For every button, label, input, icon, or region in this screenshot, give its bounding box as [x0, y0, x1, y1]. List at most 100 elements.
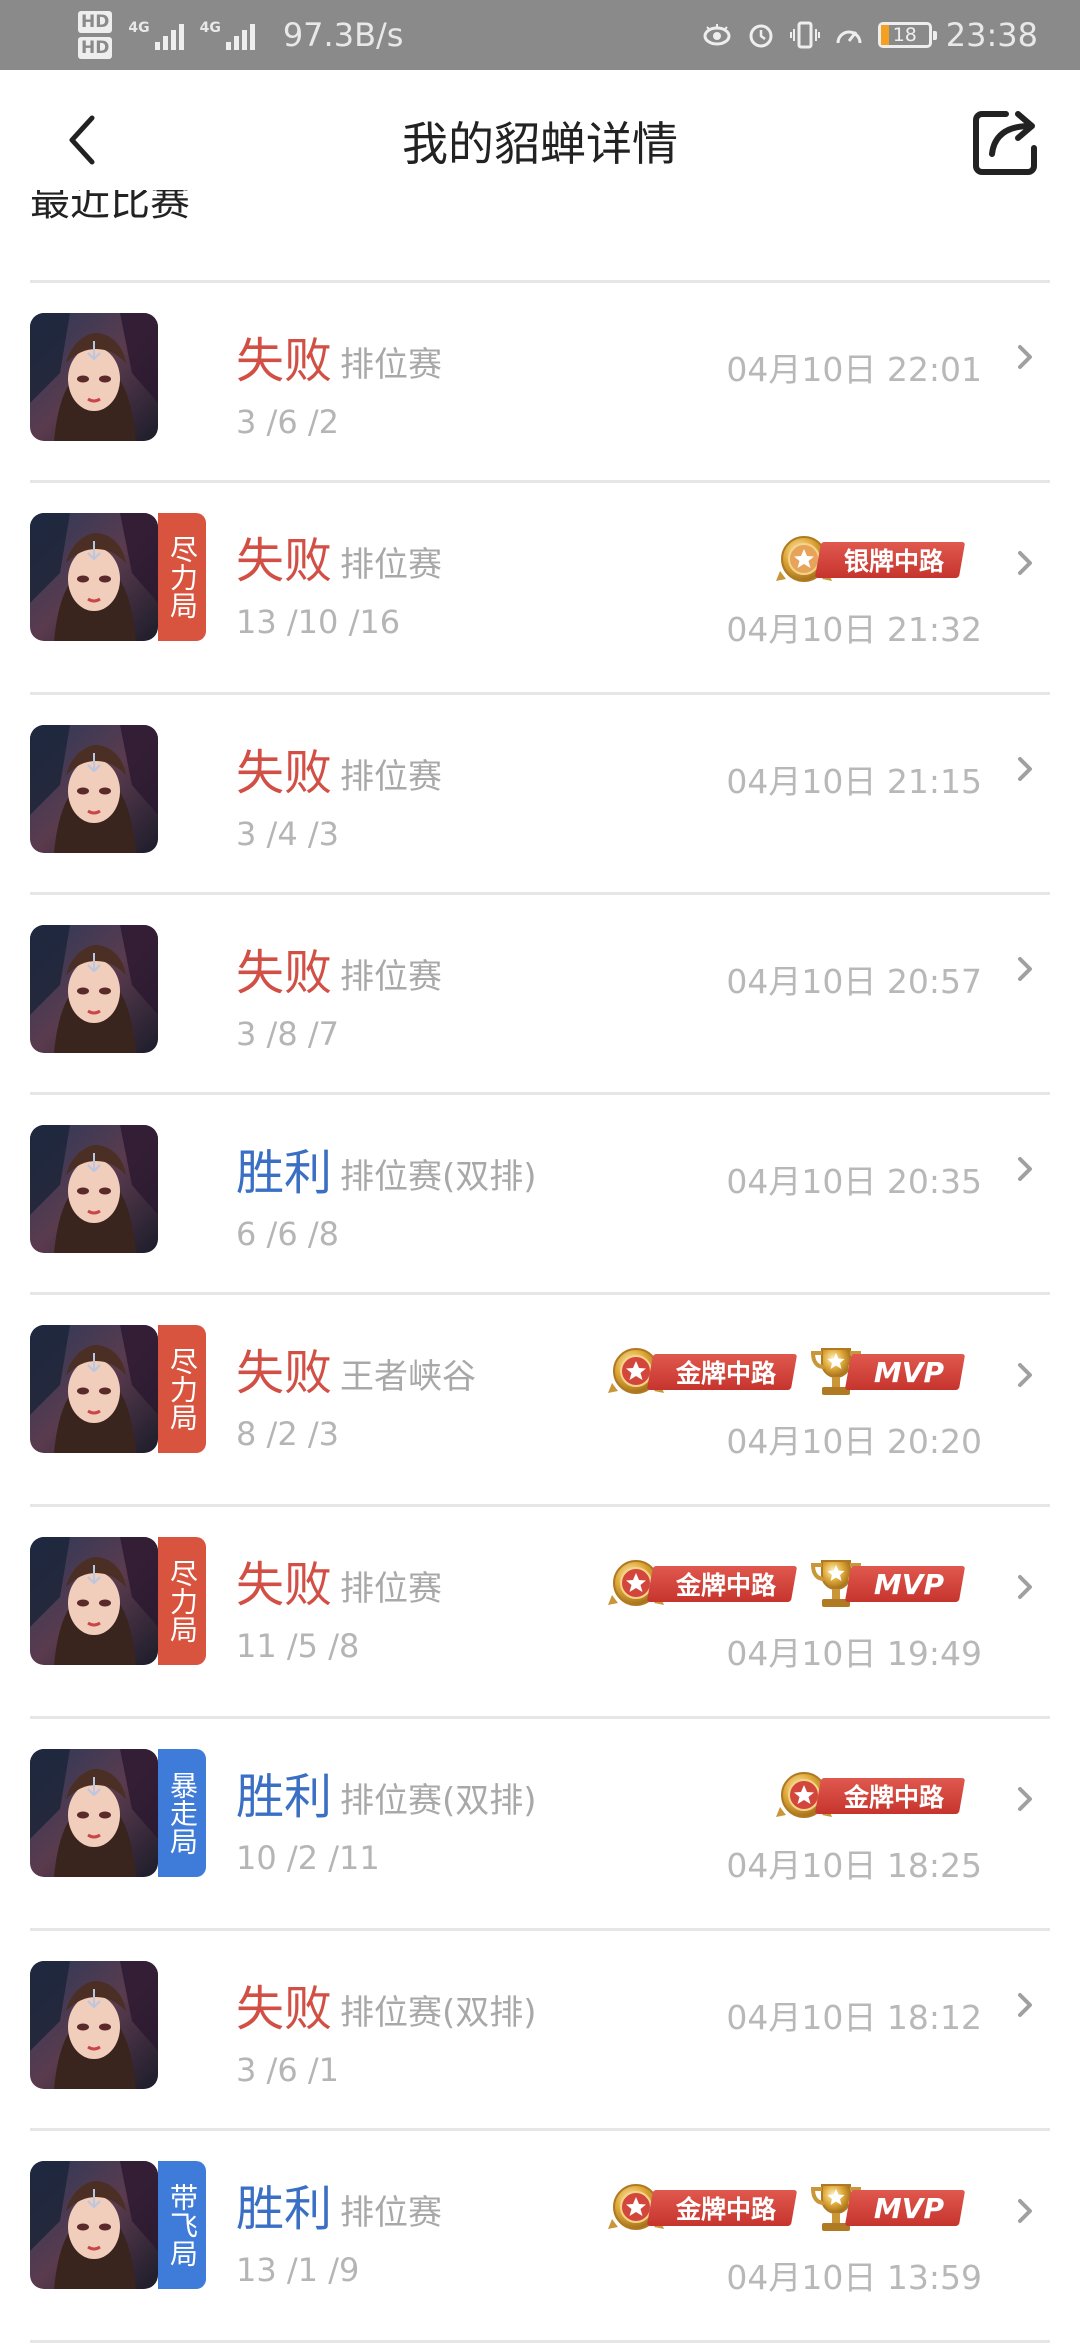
hero-avatar [30, 2161, 158, 2289]
badge-label: MVP [873, 1567, 944, 1601]
match-tag: 尽力局 [158, 1537, 206, 1665]
section-title: 最近比赛 [30, 190, 190, 224]
match-time: 04月10日 20:57 [726, 962, 982, 1001]
chevron-right-icon [1018, 1575, 1032, 1599]
match-result: 失败 [236, 1345, 333, 1401]
clock: 23:38 [945, 16, 1038, 54]
match-mode: 排位赛(双排) [340, 1157, 537, 1197]
chevron-right-icon [1018, 2199, 1032, 2223]
badge-label: 金牌中路 [843, 1783, 944, 1812]
hero-avatar [30, 1961, 158, 2089]
chevron-right-icon [1018, 1787, 1032, 1811]
match-row[interactable]: 尽力局 失败 排位赛 13 /10 /16 银牌中路 04月10日 21:32 [30, 483, 1050, 695]
status-left: HD HD 4G 4G 97.3B/s [78, 0, 403, 70]
match-row[interactable]: 失败 排位赛 3 /6 /2 04月10日 22:01 [30, 283, 1050, 483]
hero-avatar [30, 313, 158, 441]
hd-indicator: HD HD [78, 9, 113, 61]
row-chevron [1014, 953, 1038, 985]
eye-comfort-icon [702, 20, 732, 50]
gold-medal-badge: 金牌中路 [606, 2179, 798, 2237]
row-chevron [1014, 1153, 1038, 1185]
network-speed: 97.3B/s [282, 16, 404, 54]
match-result: 失败 [236, 945, 333, 1001]
hero-avatar [30, 925, 158, 1053]
badge-group: 金牌中路 [774, 1767, 966, 1825]
match-result: 失败 [236, 533, 333, 589]
badge-label: MVP [873, 2191, 944, 2225]
chevron-right-icon [1018, 1363, 1032, 1387]
match-kda: 6 /6 /8 [236, 1215, 339, 1253]
badge-group: 金牌中路 MVP [606, 1343, 966, 1401]
alarm-icon [746, 20, 776, 50]
speed-meter-icon [834, 20, 864, 50]
gold-medal-badge: 金牌中路 [606, 1343, 798, 1401]
hero-avatar [30, 513, 158, 641]
badge-label: 金牌中路 [675, 1571, 776, 1600]
gold-medal-badge: 金牌中路 [774, 1767, 966, 1825]
hd1-label: HD [78, 11, 113, 33]
match-time: 04月10日 22:01 [726, 350, 982, 389]
hero-avatar [30, 1537, 158, 1665]
match-kda: 10 /2 /11 [236, 1839, 380, 1877]
gold-medal-badge: 金牌中路 [606, 1555, 798, 1613]
match-row[interactable]: 暴走局 胜利 排位赛(双排) 10 /2 /11 金牌中路 04月10日 18:… [30, 1719, 1050, 1931]
match-row[interactable]: 带飞局 胜利 排位赛 13 /1 /9 金牌中路 MVP 04月10日 13:5… [30, 2131, 1050, 2343]
match-tag: 暴走局 [158, 1749, 206, 1877]
match-row[interactable]: 失败 排位赛(双排) 3 /6 /1 04月10日 18:12 [30, 1931, 1050, 2131]
battery-icon: 18 [877, 22, 937, 48]
match-result: 胜利 [236, 1769, 333, 1825]
row-chevron [1014, 341, 1038, 373]
share-icon [973, 111, 1037, 175]
badge-label: 金牌中路 [675, 1359, 776, 1388]
match-result: 失败 [236, 1981, 333, 2037]
match-row[interactable]: 尽力局 失败 王者峡谷 8 /2 /3 金牌中路 MVP 04月10日 20:2… [30, 1295, 1050, 1507]
chevron-right-icon [1018, 957, 1032, 981]
row-chevron [1014, 1571, 1038, 1603]
match-mode: 排位赛 [340, 345, 442, 385]
status-right: 18 23:38 [702, 0, 1038, 70]
match-row[interactable]: 胜利 排位赛(双排) 6 /6 /8 04月10日 20:35 [30, 1095, 1050, 1295]
badge-group: 银牌中路 [774, 531, 966, 589]
badge-label: 金牌中路 [675, 2195, 776, 2224]
match-row[interactable]: 失败 排位赛 3 /8 /7 04月10日 20:57 [30, 895, 1050, 1095]
mvp-badge: MVP [808, 1343, 966, 1401]
row-chevron [1014, 1359, 1038, 1391]
match-mode: 排位赛 [340, 957, 442, 997]
chevron-right-icon [1018, 1993, 1032, 2017]
match-tag: 带飞局 [158, 2161, 206, 2289]
vibrate-icon [789, 20, 820, 50]
match-row[interactable]: 失败 排位赛 3 /4 /3 04月10日 21:15 [30, 695, 1050, 895]
match-mode: 排位赛 [340, 757, 442, 797]
match-time: 04月10日 19:49 [726, 1634, 982, 1673]
match-kda: 3 /6 /2 [236, 403, 339, 441]
battery-level: 18 [892, 24, 917, 46]
hero-avatar [30, 1325, 158, 1453]
match-tag-label: 带飞局 [166, 2183, 199, 2267]
match-tag-label: 尽力局 [166, 1559, 199, 1643]
signal-icon-2: 4G [200, 20, 255, 50]
match-mode: 排位赛(双排) [340, 1993, 537, 2033]
match-row[interactable]: 尽力局 失败 排位赛 11 /5 /8 金牌中路 MVP 04月10日 19:4… [30, 1507, 1050, 1719]
match-result: 失败 [236, 1557, 333, 1613]
signal-icon: 4G [128, 20, 184, 50]
match-kda: 8 /2 /3 [236, 1415, 339, 1453]
match-mode: 王者峡谷 [340, 1357, 476, 1397]
match-time: 04月10日 20:35 [726, 1162, 982, 1201]
match-mode: 排位赛 [340, 2193, 442, 2233]
match-kda: 13 /10 /16 [236, 603, 401, 641]
share-button[interactable] [966, 102, 1044, 180]
badge-label: 银牌中路 [843, 547, 944, 576]
match-result: 胜利 [236, 1145, 333, 1201]
hd2-label: HD [78, 37, 113, 59]
hero-avatar [30, 1749, 158, 1877]
match-kda: 11 /5 /8 [236, 1627, 360, 1665]
match-kda: 3 /4 /3 [236, 815, 339, 853]
silver-medal-badge: 银牌中路 [774, 531, 966, 589]
mvp-badge: MVP [808, 2179, 966, 2237]
match-mode: 排位赛 [340, 1569, 442, 1609]
match-result: 胜利 [236, 2181, 333, 2237]
match-kda: 3 /6 /1 [236, 2051, 339, 2089]
chevron-right-icon [1018, 345, 1032, 369]
row-chevron [1014, 547, 1038, 579]
hero-avatar [30, 725, 158, 853]
